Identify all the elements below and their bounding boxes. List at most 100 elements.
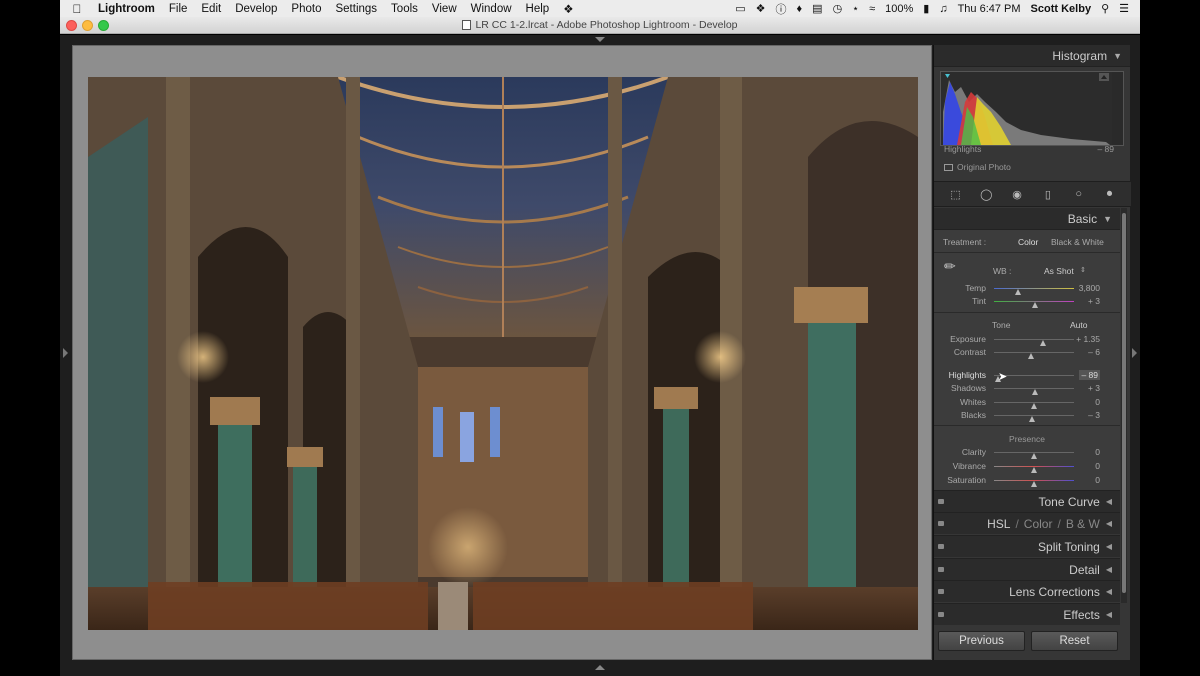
volume-icon[interactable]: ♫ bbox=[934, 3, 952, 15]
cathedral-photo[interactable] bbox=[88, 77, 918, 630]
menu-help[interactable]: Help bbox=[519, 3, 557, 15]
menu-edit[interactable]: Edit bbox=[194, 3, 228, 15]
wb-eyedropper-icon[interactable]: ✏ bbox=[944, 258, 956, 275]
spotlight-search-icon[interactable]: ⚲ bbox=[1096, 2, 1114, 15]
histogram-display[interactable] bbox=[940, 71, 1124, 146]
menu-settings[interactable]: Settings bbox=[328, 3, 384, 15]
apple-menu-icon[interactable]:  bbox=[60, 2, 94, 16]
tone-curve-expand-icon[interactable]: ◀ bbox=[1106, 497, 1112, 506]
spot-removal-tool-icon[interactable]: ◯ bbox=[979, 187, 993, 201]
crop-tool-icon[interactable]: ⬚ bbox=[948, 187, 962, 201]
tone-curve-toggle-switch[interactable] bbox=[938, 499, 944, 504]
tint-value[interactable]: + 3 bbox=[1088, 296, 1100, 306]
histogram-header[interactable]: Histogram ▼ bbox=[934, 45, 1130, 67]
top-panel-toggle-icon[interactable] bbox=[595, 37, 605, 42]
vibrance-track[interactable] bbox=[994, 466, 1074, 473]
contrast-value[interactable]: – 6 bbox=[1088, 347, 1100, 357]
lens-corrections-toggle-switch[interactable] bbox=[938, 589, 944, 594]
temp-value[interactable]: 3,800 bbox=[1079, 283, 1100, 293]
battery-icon[interactable]: ▮ bbox=[918, 2, 934, 15]
whites-value[interactable]: 0 bbox=[1095, 397, 1100, 407]
adjustment-brush-tool-icon[interactable]: ⏺ bbox=[1103, 187, 1117, 201]
graduated-filter-tool-icon[interactable]: ▯ bbox=[1041, 187, 1055, 201]
menu-tools[interactable]: Tools bbox=[384, 3, 425, 15]
blacks-thumb[interactable] bbox=[1028, 416, 1035, 422]
close-window-button[interactable] bbox=[66, 20, 77, 31]
detail-panel-header[interactable]: Detail ◀ bbox=[934, 558, 1120, 580]
effects-expand-icon[interactable]: ◀ bbox=[1106, 610, 1112, 619]
user-name[interactable]: Scott Kelby bbox=[1026, 3, 1097, 15]
contrast-track[interactable] bbox=[994, 352, 1074, 359]
effects-panel-header[interactable]: Effects ◀ bbox=[934, 603, 1120, 625]
basic-header[interactable]: Basic ▼ bbox=[934, 208, 1120, 230]
evernote-icon[interactable]: ♦ bbox=[792, 3, 808, 15]
right-panel-toggle-icon[interactable] bbox=[1132, 348, 1137, 358]
detail-toggle-switch[interactable] bbox=[938, 567, 944, 572]
dropbox-icon[interactable]: ❖ bbox=[751, 2, 771, 15]
contrast-thumb[interactable] bbox=[1028, 353, 1035, 359]
hsl-toggle-switch[interactable] bbox=[938, 521, 944, 526]
panel-scrollbar[interactable] bbox=[1121, 208, 1127, 603]
split-toning-toggle-switch[interactable] bbox=[938, 544, 944, 549]
temp-track[interactable] bbox=[994, 288, 1074, 295]
menu-develop[interactable]: Develop bbox=[228, 3, 284, 15]
exposure-thumb[interactable] bbox=[1040, 340, 1047, 346]
previous-button[interactable]: Previous bbox=[938, 631, 1025, 651]
saturation-thumb[interactable] bbox=[1030, 481, 1037, 487]
screen-icon[interactable]: ▤ bbox=[807, 2, 827, 15]
time-machine-icon[interactable]: ◷ bbox=[828, 2, 848, 15]
info-icon[interactable]: ⓘ bbox=[771, 1, 792, 17]
hsl-panel-header[interactable]: HSL / Color / B & W ◀ bbox=[934, 512, 1120, 534]
vibrance-value[interactable]: 0 bbox=[1095, 461, 1100, 471]
display-icon[interactable]: ▭ bbox=[730, 2, 750, 15]
bluetooth-icon[interactable]: ⋆ bbox=[847, 2, 864, 15]
script-menu-icon[interactable]: ❖ bbox=[556, 2, 580, 16]
left-panel-toggle-icon[interactable] bbox=[63, 348, 68, 358]
clarity-track[interactable] bbox=[994, 452, 1074, 459]
split-toning-expand-icon[interactable]: ◀ bbox=[1106, 542, 1112, 551]
tint-track[interactable] bbox=[994, 301, 1074, 308]
treatment-bw-option[interactable]: Black & White bbox=[1051, 237, 1104, 247]
bw-tab[interactable]: B & W bbox=[1066, 517, 1100, 531]
original-photo-toggle[interactable]: Original Photo bbox=[944, 162, 1011, 172]
exposure-track[interactable] bbox=[994, 339, 1074, 346]
detail-expand-icon[interactable]: ◀ bbox=[1106, 565, 1112, 574]
lens-corrections-expand-icon[interactable]: ◀ bbox=[1106, 587, 1112, 596]
auto-tone-button[interactable]: Auto bbox=[1070, 320, 1088, 330]
vibrance-thumb[interactable] bbox=[1030, 467, 1037, 473]
histogram-collapse-icon[interactable]: ▼ bbox=[1113, 51, 1122, 61]
filmstrip-toggle-icon[interactable] bbox=[595, 665, 605, 670]
menu-photo[interactable]: Photo bbox=[284, 3, 328, 15]
red-eye-tool-icon[interactable]: ◉ bbox=[1010, 187, 1024, 201]
tint-thumb[interactable] bbox=[1032, 302, 1039, 308]
panel-scrollbar-thumb[interactable] bbox=[1122, 213, 1126, 593]
treatment-color-option[interactable]: Color bbox=[1018, 237, 1038, 247]
menu-view[interactable]: View bbox=[425, 3, 464, 15]
radial-filter-tool-icon[interactable]: ○ bbox=[1072, 187, 1086, 201]
shadows-value[interactable]: + 3 bbox=[1088, 383, 1100, 393]
temp-thumb[interactable] bbox=[1014, 289, 1021, 295]
wb-select[interactable]: As Shot bbox=[1044, 266, 1074, 276]
whites-track[interactable] bbox=[994, 402, 1074, 409]
basic-collapse-icon[interactable]: ▼ bbox=[1103, 214, 1112, 224]
wb-dropdown-icon[interactable]: ⇕ bbox=[1080, 266, 1086, 274]
notification-center-icon[interactable]: ☰ bbox=[1114, 2, 1134, 15]
tone-curve-panel-header[interactable]: Tone Curve ◀ bbox=[934, 490, 1120, 512]
reset-button[interactable]: Reset bbox=[1031, 631, 1118, 651]
shadows-track[interactable] bbox=[994, 388, 1074, 395]
highlights-value[interactable]: – 89 bbox=[1079, 370, 1100, 380]
blacks-track[interactable] bbox=[994, 415, 1074, 422]
whites-thumb[interactable] bbox=[1030, 403, 1037, 409]
menu-app-lightroom[interactable]: Lightroom bbox=[94, 3, 162, 15]
lens-corrections-panel-header[interactable]: Lens Corrections ◀ bbox=[934, 580, 1120, 602]
original-photo-checkbox[interactable] bbox=[944, 163, 953, 171]
color-tab[interactable]: Color bbox=[1024, 517, 1053, 531]
fullscreen-window-button[interactable] bbox=[98, 20, 109, 31]
shadows-thumb[interactable] bbox=[1032, 389, 1039, 395]
wifi-icon[interactable]: ≈ bbox=[864, 3, 880, 15]
saturation-track[interactable] bbox=[994, 480, 1074, 487]
exposure-value[interactable]: + 1.35 bbox=[1076, 334, 1100, 344]
hsl-expand-icon[interactable]: ◀ bbox=[1106, 519, 1112, 528]
clarity-value[interactable]: 0 bbox=[1095, 447, 1100, 457]
clarity-thumb[interactable] bbox=[1030, 453, 1037, 459]
